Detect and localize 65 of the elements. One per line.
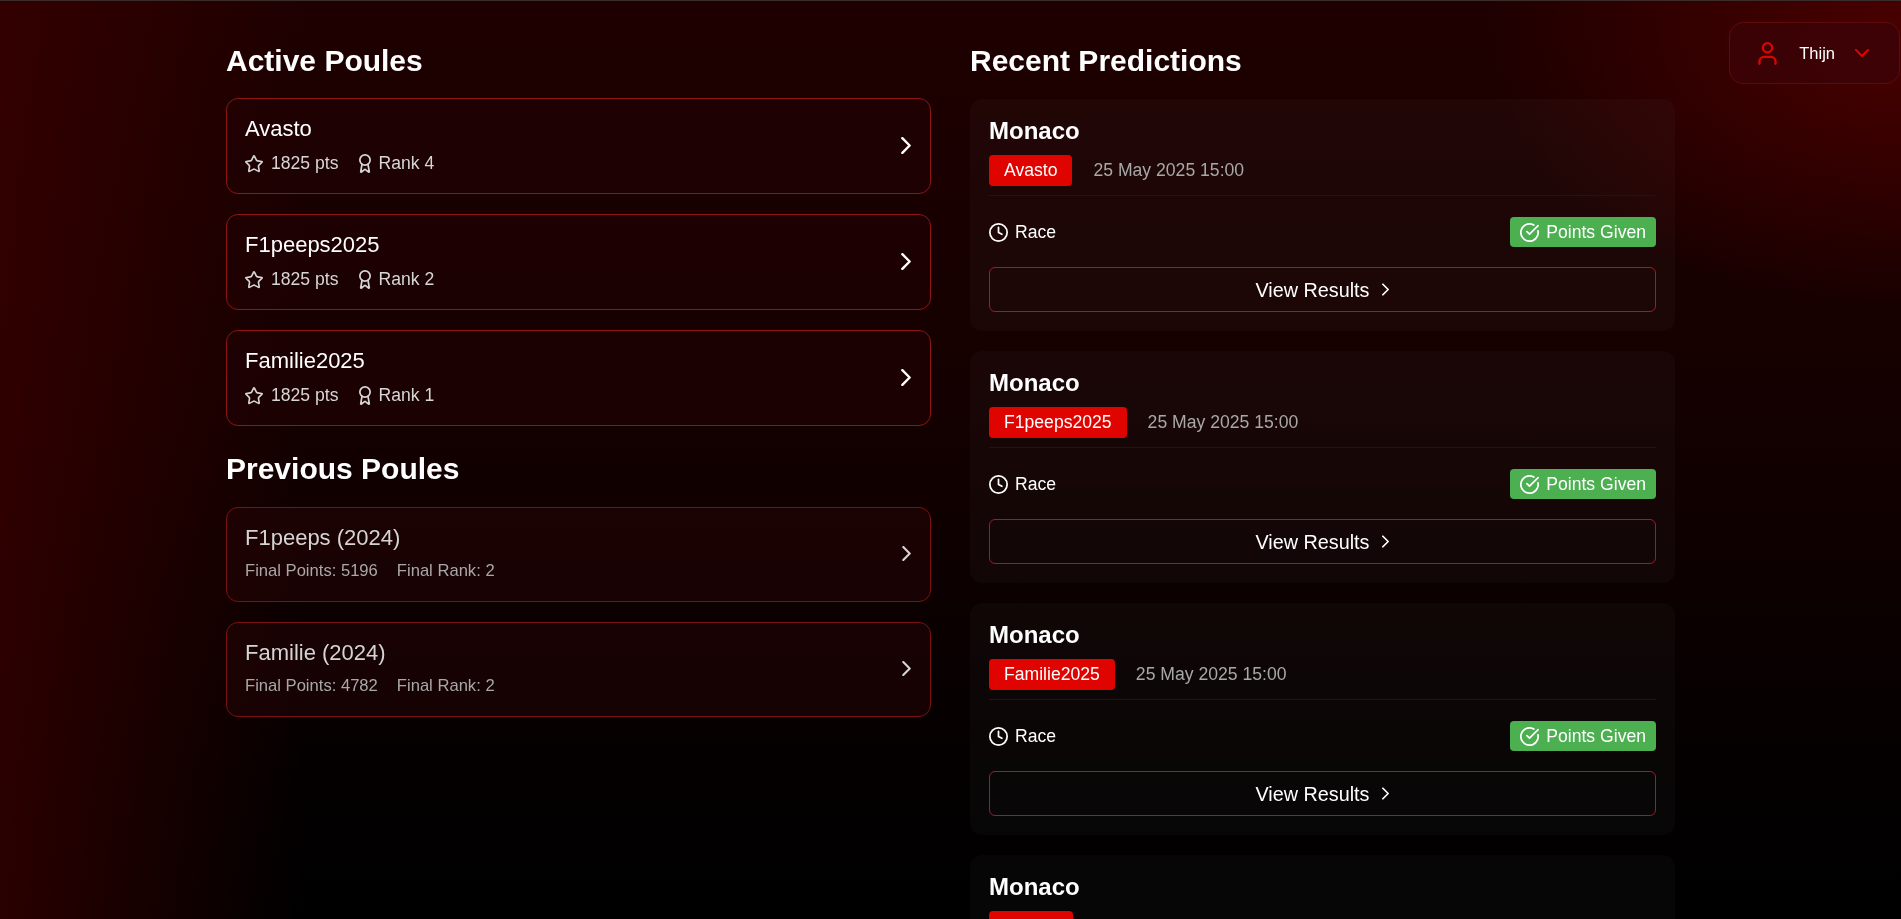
status-label: Points Given <box>1546 221 1646 243</box>
user-menu-button[interactable]: Thijn <box>1729 22 1900 84</box>
poule-card[interactable]: F1peeps2025 1825 pts Rank 2 <box>226 214 931 310</box>
poule-name: F1peeps (2024) <box>245 525 402 551</box>
rank-text: Rank 2 <box>378 269 435 290</box>
race-title: Monaco <box>989 872 1081 901</box>
date-text: 25 May 2025 15:00 <box>1135 664 1287 685</box>
status-label: Points Given <box>1546 725 1646 747</box>
race-title: Monaco <box>989 116 1081 145</box>
poule-card[interactable]: Familie (2024) Final Points: 4782 Final Rank: 2 <box>226 622 931 717</box>
session-text: Race <box>1015 473 1057 495</box>
poule-tag: F1peeps2025 <box>989 407 1127 438</box>
chevron-right-icon <box>901 252 911 270</box>
session-text: Race <box>1015 221 1057 243</box>
user-icon <box>1758 41 1778 65</box>
star-icon <box>245 154 263 173</box>
race-title: Monaco <box>989 368 1081 397</box>
poule-tag: Avasto <box>989 155 1073 186</box>
rank-text: Rank 1 <box>378 385 435 406</box>
poule-name: Avasto <box>245 116 313 142</box>
poule-name: Familie (2024) <box>245 640 387 666</box>
view-results-button[interactable]: View Results <box>989 771 1656 816</box>
poule-card[interactable]: Familie2025 1825 pts Rank 1 <box>226 330 931 426</box>
chevron-right-icon <box>1382 787 1390 800</box>
check-circle-icon <box>1520 726 1540 746</box>
poule-name: F1peeps2025 <box>245 232 381 258</box>
poule-card[interactable]: F1peeps (2024) Final Points: 5196 Final Rank: 2 <box>226 507 931 602</box>
check-circle-icon <box>1520 222 1540 242</box>
section-heading: Active Poules <box>226 43 424 79</box>
award-ribbon-icon <box>358 270 371 289</box>
date-text: 25 May 2025 15:00 <box>1147 412 1299 433</box>
poule-name: Familie2025 <box>245 348 366 374</box>
clock-icon <box>989 474 1008 494</box>
award-ribbon-icon <box>358 386 371 405</box>
award-ribbon-icon <box>358 154 371 173</box>
section-heading: Recent Predictions <box>970 43 1243 79</box>
final-rank-text: Final Rank: 2 <box>396 561 495 581</box>
final-points-text: Final Points: 4782 <box>245 676 378 696</box>
view-results-button[interactable]: View Results <box>989 267 1656 312</box>
poule-card[interactable]: Avasto 1825 pts Rank 4 <box>226 98 931 194</box>
poule-tag: Familie2025 <box>989 659 1115 690</box>
chevron-right-icon <box>902 545 911 561</box>
session-text: Race <box>1015 725 1057 747</box>
chevron-down-icon <box>1855 49 1869 57</box>
final-points-text: Final Points: 5196 <box>245 561 378 581</box>
section-heading: Previous Poules <box>226 451 461 487</box>
chevron-right-icon <box>1382 283 1390 296</box>
points-text: 1825 pts <box>271 269 339 290</box>
check-circle-icon <box>1520 474 1540 494</box>
points-text: 1825 pts <box>271 385 339 406</box>
final-rank-text: Final Rank: 2 <box>396 676 495 696</box>
points-text: 1825 pts <box>271 153 339 174</box>
clock-icon <box>989 726 1008 746</box>
date-text: 25 May 2025 15:00 <box>1093 160 1245 181</box>
chevron-right-icon <box>902 660 911 676</box>
clock-icon <box>989 222 1008 242</box>
chevron-right-icon <box>901 136 911 154</box>
star-icon <box>245 386 263 405</box>
rank-text: Rank 4 <box>378 153 435 174</box>
view-results-button[interactable]: View Results <box>989 519 1656 564</box>
star-icon <box>245 270 263 289</box>
status-label: Points Given <box>1546 473 1646 495</box>
chevron-right-icon <box>1382 535 1390 548</box>
race-title: Monaco <box>989 620 1081 649</box>
chevron-right-icon <box>901 368 911 386</box>
